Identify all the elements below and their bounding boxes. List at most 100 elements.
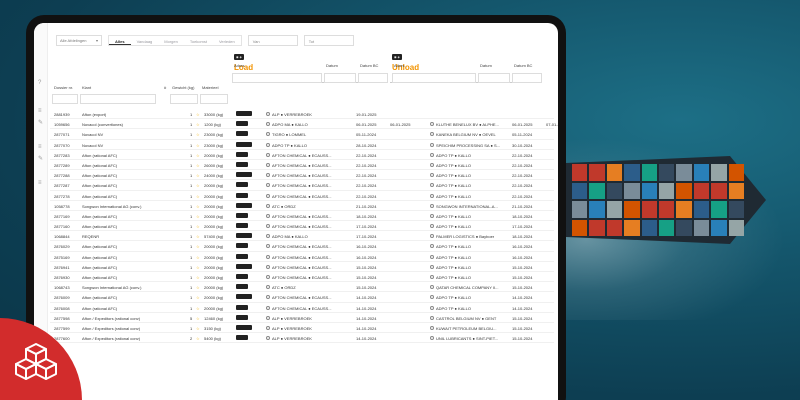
table-row[interactable]: 2877287 Afton (rational AFC) 1 20000 (kg) AF… xyxy=(50,180,554,191)
favorite-star-icon[interactable]: ☆ xyxy=(196,163,200,168)
list-icon[interactable]: ≡ xyxy=(38,108,44,114)
favorite-star-icon[interactable]: ☆ xyxy=(196,173,200,178)
table-row[interactable]: 2877598 Afton / Expeditors (rational conv… xyxy=(50,313,554,323)
table-row[interactable]: 2876941 Afton (rational AFC) 1 20000 (kg) AF… xyxy=(50,262,554,272)
favorite-star-icon[interactable]: ☆ xyxy=(196,285,200,290)
cell-unload-date: 15-10-2024 xyxy=(512,275,533,280)
filter-load-date-bc[interactable] xyxy=(358,73,388,83)
favorite-star-icon[interactable]: ☆ xyxy=(196,275,200,280)
table-row[interactable]: 2876930 Afton (rational AFC) 1 20000 (kg) AF… xyxy=(50,272,554,283)
favorite-star-icon[interactable]: ☆ xyxy=(196,112,200,117)
help-icon[interactable]: ? xyxy=(38,80,44,86)
cell-load: AFTON CHEMICAL ● ECAUSS... xyxy=(272,295,332,301)
table-row[interactable]: 2876029 Afton (rational AFC) 1 20000 (kg) AF… xyxy=(50,241,554,252)
favorite-star-icon[interactable]: ☆ xyxy=(196,224,200,229)
table-row[interactable]: 1058778 Songwon International AG (conv.) 1… xyxy=(50,201,554,211)
table-row[interactable]: 2877288 Afton (rational AFC) 1 24000 (kg) AF… xyxy=(50,170,554,181)
filter-weight[interactable] xyxy=(170,94,198,104)
tab-verleden[interactable]: Verleden xyxy=(213,36,241,45)
favorite-star-icon[interactable]: ☆ xyxy=(196,316,200,321)
favorite-star-icon[interactable]: ☆ xyxy=(196,244,200,249)
col-client[interactable]: Klant xyxy=(82,85,91,93)
table-row[interactable]: 2877070 Novacol NV 1 23000 (kg) ADPO TP ● KA… xyxy=(50,140,554,150)
cell-load: ATC ● ORDZ xyxy=(272,203,296,209)
filter-unload-date[interactable] xyxy=(478,73,510,83)
table-row[interactable]: 2877160 Afton (rational AFC) 1 20000 (kg) AF… xyxy=(50,221,554,232)
list-icon[interactable]: ≡ xyxy=(38,144,44,150)
date-to-input[interactable]: Tot xyxy=(303,34,354,46)
tab-vandaag[interactable]: Vandaag xyxy=(131,36,159,45)
tab-alles[interactable]: Alles xyxy=(109,36,131,45)
col-unload-date-bc[interactable]: Datum BC xyxy=(514,63,532,71)
col-weight[interactable]: Gewicht (kg) xyxy=(172,85,194,93)
table-row[interactable]: 2877289 Afton (rational AFC) 1 26000 (kg) AF… xyxy=(50,160,554,171)
filter-client[interactable] xyxy=(80,94,156,104)
favorite-star-icon[interactable]: ☆ xyxy=(196,122,200,127)
tab-morgen[interactable]: Morgen xyxy=(158,36,184,45)
favorite-star-icon[interactable]: ☆ xyxy=(196,255,200,260)
date-from-input[interactable]: Van xyxy=(247,34,298,46)
cell-unload: KLUTHE BENELUX BV ● ALPHE... xyxy=(436,122,499,128)
filter-unload-address[interactable] xyxy=(392,73,476,83)
col-load-date[interactable]: Datum xyxy=(326,63,338,71)
cell-unload-date: 22-10-2024 xyxy=(512,173,533,179)
cargo-container xyxy=(693,164,710,181)
favorite-star-icon[interactable]: ☆ xyxy=(196,234,200,239)
filter-dossier[interactable] xyxy=(52,94,78,104)
table-row[interactable]: 2877169 Afton (rational AFC) 1 20000 (kg) AF… xyxy=(50,211,554,222)
col-unload-address[interactable]: Adres xyxy=(394,63,404,71)
list-icon[interactable]: ≡ xyxy=(38,180,44,186)
tab-toekomst[interactable]: Toekomst xyxy=(184,36,213,45)
table-row[interactable]: 2877071 Novacol NV 1 23000 (kg) TIGRO ● LOMM… xyxy=(50,129,554,140)
cell-dossier: 2877283 xyxy=(54,152,70,158)
favorite-star-icon[interactable]: ☆ xyxy=(196,204,200,209)
favorite-star-icon[interactable]: ☆ xyxy=(196,265,200,270)
favorite-star-icon[interactable]: ☆ xyxy=(196,336,200,341)
location-pin-icon xyxy=(430,295,434,300)
table-row[interactable]: 2877599 Afton / Expeditors (rational conv… xyxy=(50,323,554,334)
filter-load-address[interactable] xyxy=(232,73,322,83)
favorite-star-icon[interactable]: ☆ xyxy=(196,143,200,148)
favorite-star-icon[interactable]: ☆ xyxy=(196,132,200,137)
table-row[interactable]: 1068743 Songwon International AG (conv.) 1… xyxy=(50,282,554,293)
col-num[interactable]: # xyxy=(164,85,166,93)
favorite-star-icon[interactable]: ☆ xyxy=(196,295,200,300)
table-row[interactable]: 1068844 REQENR 1 57400 (kg) ADPO MA ● KALLO 1… xyxy=(50,231,554,242)
favorite-star-icon[interactable]: ☆ xyxy=(196,306,200,311)
cell-load: AFTON CHEMICAL ● ECAUSS... xyxy=(272,173,332,179)
edit-icon[interactable]: ✎ xyxy=(38,120,44,126)
cargo-container xyxy=(641,182,657,199)
col-unload-date[interactable]: Datum xyxy=(480,63,492,71)
table-row[interactable]: 2876009 Afton (rational AFC) 1 20000 (kg) AF… xyxy=(50,292,554,303)
cell-unload-date: 18-10-2024 xyxy=(512,213,533,219)
cargo-container xyxy=(572,182,588,199)
favorite-star-icon[interactable]: ☆ xyxy=(196,326,200,331)
favorite-star-icon[interactable]: ☆ xyxy=(196,214,200,219)
table-row[interactable]: 2875169 Afton (rational AFC) 1 20000 (kg) AF… xyxy=(50,252,554,262)
table-row[interactable]: 2877283 Afton (rational AFC) 1 20000 (kg) AF… xyxy=(50,150,554,160)
favorite-star-icon[interactable]: ☆ xyxy=(196,183,200,188)
table-row[interactable]: 2876008 Afton (rational AFC) 1 20000 (kg) AF… xyxy=(50,303,554,313)
cell-load-date: 16-10-2024 xyxy=(356,244,377,250)
cell-load-date: 14-10-2024 xyxy=(356,305,377,311)
table-row[interactable]: 2877600 Afton / Expeditors (rational conv… xyxy=(50,333,554,344)
favorite-star-icon[interactable]: ☆ xyxy=(196,153,200,158)
col-load-date-bc[interactable]: Datum BC xyxy=(360,63,378,71)
edit-icon[interactable]: ✎ xyxy=(38,156,44,162)
table-row[interactable]: 2881939 Afton (export) 1 33000 (kg) ALP ● VE… xyxy=(50,109,554,120)
col-equipment[interactable]: Materieel xyxy=(202,85,218,93)
col-load-address[interactable]: Adres xyxy=(234,63,244,71)
filter-load-date[interactable] xyxy=(324,73,356,83)
department-select[interactable]: Alle Afdelingen ▾ xyxy=(56,34,102,46)
location-pin-icon xyxy=(430,224,434,229)
filter-unload-date-bc[interactable] xyxy=(512,73,542,83)
favorite-star-icon[interactable]: ☆ xyxy=(196,194,200,199)
table-row[interactable]: 2877278 Afton (rational AFC) 1 20000 (kg) AF… xyxy=(50,191,554,201)
cell-load: AFTON CHEMICAL ● ECAUSS... xyxy=(272,213,332,219)
col-dossier[interactable]: Dossier nr. xyxy=(54,85,73,93)
location-pin-icon xyxy=(430,203,434,208)
table-row[interactable]: 1059656 Novacol (convertiones) 1 1200 (kg) A… xyxy=(50,119,558,130)
cargo-container xyxy=(693,219,710,236)
truck-icon xyxy=(236,223,248,229)
filter-equipment[interactable] xyxy=(200,94,228,104)
